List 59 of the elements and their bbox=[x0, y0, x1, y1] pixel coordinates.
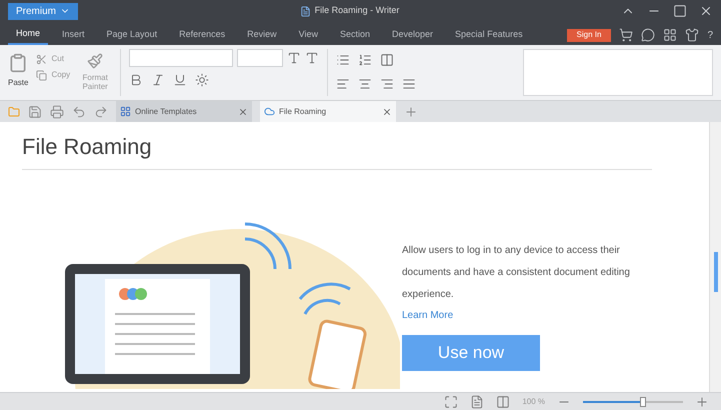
print-icon[interactable] bbox=[50, 104, 64, 118]
grid-icon[interactable] bbox=[663, 28, 678, 42]
help-button[interactable]: ? bbox=[707, 28, 713, 42]
fullscreen-icon[interactable] bbox=[444, 394, 458, 408]
window-title: File Roaming - Writer bbox=[314, 4, 400, 18]
new-tab-icon[interactable] bbox=[404, 104, 418, 118]
columns-icon[interactable] bbox=[380, 53, 394, 67]
justify-icon[interactable] bbox=[402, 77, 416, 91]
maximize-icon[interactable] bbox=[673, 4, 687, 18]
grid-icon bbox=[120, 106, 131, 117]
menu-tab[interactable]: Review bbox=[239, 25, 285, 45]
web-view-icon[interactable] bbox=[496, 394, 510, 408]
bold-icon[interactable] bbox=[129, 73, 144, 87]
zoom-level: 100 % bbox=[522, 396, 545, 408]
zoom-slider-thumb[interactable] bbox=[640, 396, 646, 406]
font-shrink-icon[interactable] bbox=[305, 51, 320, 65]
document-tab[interactable]: File Roaming bbox=[260, 101, 396, 122]
align-center-icon[interactable] bbox=[358, 77, 372, 91]
sign-in-button[interactable]: Sign In bbox=[566, 28, 612, 42]
scissors-icon bbox=[36, 54, 48, 64]
italic-icon[interactable] bbox=[151, 73, 166, 87]
scrollbar[interactable] bbox=[709, 122, 721, 392]
brush-icon bbox=[87, 53, 104, 69]
close-icon bbox=[382, 106, 392, 116]
document-tab[interactable]: Online Templates bbox=[116, 101, 252, 122]
paste-button[interactable]: Paste bbox=[8, 49, 28, 89]
menu-tab[interactable]: References bbox=[171, 25, 234, 45]
align-left-icon[interactable] bbox=[336, 77, 350, 91]
font-name-field[interactable] bbox=[129, 49, 234, 67]
redo-icon[interactable] bbox=[94, 104, 108, 118]
undo-icon[interactable] bbox=[72, 104, 86, 118]
page-view-icon[interactable] bbox=[470, 394, 484, 408]
chat-icon[interactable] bbox=[641, 28, 656, 42]
document-icon bbox=[300, 6, 311, 16]
highlight-icon[interactable] bbox=[195, 73, 210, 87]
clipboard-icon bbox=[8, 53, 28, 73]
menu-tab[interactable]: Insert bbox=[54, 25, 93, 45]
close-icon bbox=[238, 106, 248, 116]
app-menu-button[interactable]: Premium bbox=[8, 2, 78, 20]
shirt-icon[interactable] bbox=[685, 28, 700, 42]
font-grow-icon[interactable] bbox=[287, 51, 302, 65]
underline-icon[interactable] bbox=[173, 73, 188, 87]
close-icon[interactable] bbox=[699, 4, 713, 18]
page-heading: File Roaming bbox=[22, 130, 652, 170]
align-right-icon[interactable] bbox=[380, 77, 394, 91]
copy-icon bbox=[36, 70, 48, 80]
menu-tab[interactable]: Section bbox=[332, 25, 378, 45]
feature-description: Allow users to log in to any device to access their documents and have a consistent document editing experience. bbox=[402, 244, 631, 302]
numbered-list-icon[interactable] bbox=[358, 53, 372, 67]
menu-tab[interactable]: View bbox=[290, 25, 326, 45]
learn-more-link[interactable]: Learn More bbox=[402, 308, 652, 323]
cart-icon[interactable] bbox=[619, 28, 634, 42]
save-icon[interactable] bbox=[28, 104, 42, 118]
font-size-field[interactable] bbox=[237, 49, 284, 67]
menu-tab[interactable]: Page Layout bbox=[98, 25, 166, 45]
zoom-in-icon[interactable] bbox=[695, 394, 709, 408]
cloud-icon bbox=[264, 106, 275, 117]
menu-tab[interactable]: Special Features bbox=[447, 25, 531, 45]
menu-tab[interactable]: Developer bbox=[384, 25, 442, 45]
